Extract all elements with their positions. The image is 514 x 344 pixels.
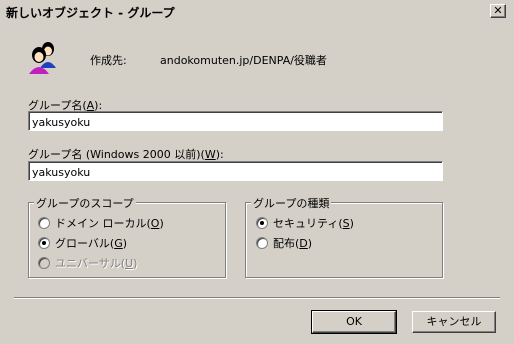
new-object-group-dialog: 新しいオブジェクト - グループ ✕ 作成先: andokomuten.jp/D… xyxy=(0,0,514,344)
radio-button[interactable] xyxy=(256,237,268,249)
created-in-path: andokomuten.jp/DENPA/役職者 xyxy=(160,54,327,67)
ok-button[interactable]: OK xyxy=(311,310,397,334)
scope-domain-local-label: ドメイン ローカル(O) xyxy=(55,217,164,230)
scope-global-label: グローバル(G) xyxy=(55,237,128,250)
radio-button[interactable] xyxy=(38,217,50,229)
group-scope-title: グループのスコープ xyxy=(34,195,136,211)
type-security-label: セキュリティ(S) xyxy=(273,217,354,230)
group-name-pre2000-label: グループ名 (Windows 2000 以前)(W): xyxy=(28,148,224,161)
scope-universal-radio: ユニバーサル(U) xyxy=(38,255,137,271)
radio-button-checked[interactable] xyxy=(256,217,268,229)
separator xyxy=(14,297,500,299)
group-users-icon xyxy=(28,40,60,76)
type-distribution-label: 配布(D) xyxy=(273,237,313,250)
radio-button-checked[interactable] xyxy=(38,237,50,249)
created-in-label: 作成先: xyxy=(90,54,127,67)
cancel-button[interactable]: キャンセル xyxy=(412,311,496,333)
type-security-radio[interactable]: セキュリティ(S) xyxy=(256,215,354,231)
group-type-title: グループの種類 xyxy=(251,195,332,211)
group-name-pre2000-input[interactable] xyxy=(28,161,443,181)
scope-universal-label: ユニバーサル(U) xyxy=(55,257,138,270)
scope-global-radio[interactable]: グローバル(G) xyxy=(38,235,127,251)
scope-domain-local-radio[interactable]: ドメイン ローカル(O) xyxy=(38,215,164,231)
window-title: 新しいオブジェクト - グループ xyxy=(6,6,175,20)
type-distribution-radio[interactable]: 配布(D) xyxy=(256,235,312,251)
radio-button-disabled xyxy=(38,257,50,269)
group-name-input[interactable] xyxy=(28,111,443,131)
close-icon: ✕ xyxy=(493,4,503,17)
close-button[interactable]: ✕ xyxy=(490,4,506,18)
title-bar: 新しいオブジェクト - グループ ✕ xyxy=(0,0,514,22)
